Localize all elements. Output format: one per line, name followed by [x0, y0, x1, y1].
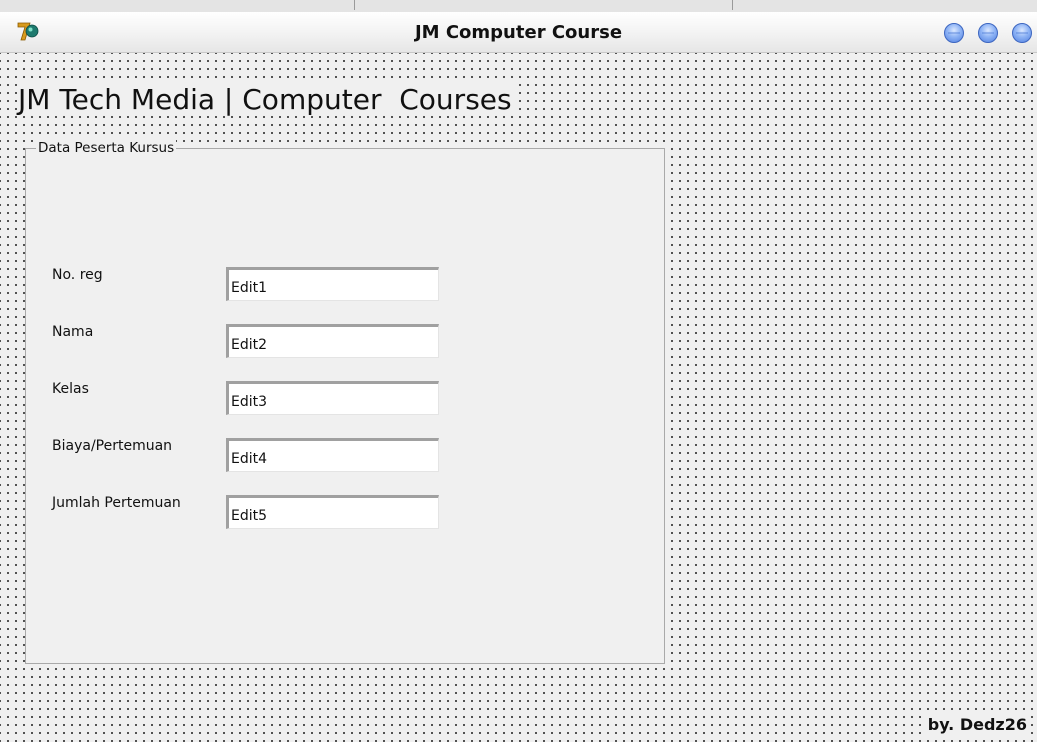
- input-biaya[interactable]: [226, 438, 439, 472]
- field-row-jumlah: Jumlah Pertemuan: [26, 489, 664, 529]
- window-title: JM Computer Course: [414, 22, 623, 43]
- label-biaya: Biaya/Pertemuan: [52, 438, 173, 454]
- title-bar[interactable]: JM Computer Course: [0, 12, 1037, 53]
- label-nama: Nama: [52, 324, 94, 340]
- credit-label: by. Dedz26: [925, 715, 1029, 734]
- field-row-no-reg: No. reg: [26, 261, 664, 301]
- participant-groupbox[interactable]: Data Peserta Kursus No. reg Nama Kelas B…: [25, 140, 665, 664]
- minimize-icon[interactable]: [944, 23, 964, 43]
- input-nama[interactable]: [226, 324, 439, 358]
- input-no-reg[interactable]: [226, 267, 439, 301]
- maximize-icon[interactable]: [978, 23, 998, 43]
- label-jumlah: Jumlah Pertemuan: [52, 495, 181, 511]
- tab-separator: [354, 0, 355, 10]
- field-row-kelas: Kelas: [26, 375, 664, 415]
- app-window: JM Computer Course JM Tech Media | Compu…: [0, 0, 1037, 742]
- label-kelas: Kelas: [52, 381, 89, 397]
- input-kelas[interactable]: [226, 381, 439, 415]
- label-no-reg: No. reg: [52, 267, 103, 283]
- field-row-biaya: Biaya/Pertemuan: [26, 432, 664, 472]
- field-row-nama: Nama: [26, 318, 664, 358]
- close-icon[interactable]: [1012, 23, 1032, 43]
- tab-separator: [732, 0, 733, 10]
- page-heading: JM Tech Media | Computer Courses: [18, 83, 516, 116]
- groupbox-caption: Data Peserta Kursus: [36, 140, 177, 156]
- input-jumlah[interactable]: [226, 495, 439, 529]
- form-designer-surface[interactable]: JM Tech Media | Computer Courses Data Pe…: [0, 53, 1037, 742]
